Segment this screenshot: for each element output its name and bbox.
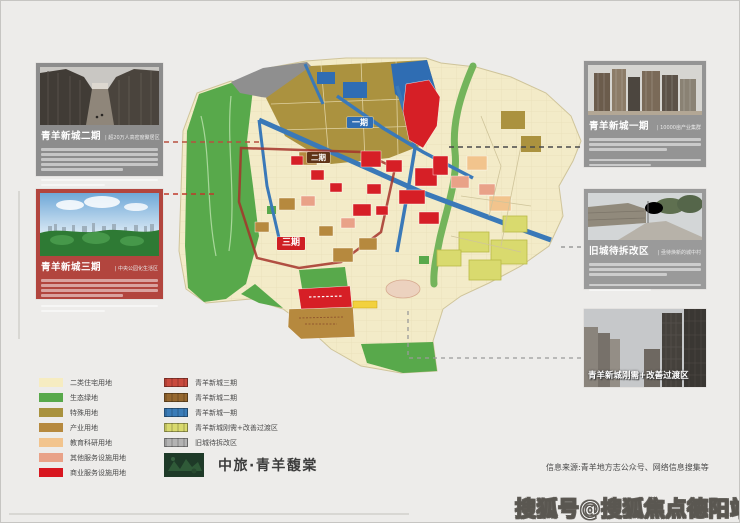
phase1-photo — [588, 65, 702, 115]
legend-swatch — [164, 438, 188, 447]
legend-swatch — [164, 408, 188, 417]
logo-text: 中旅·青羊馥棠 — [218, 455, 318, 475]
edge-micro-text-left — [18, 191, 20, 339]
card-phase1: 青羊新城一期 | 10000亩产业集群 — [584, 61, 706, 167]
card-title: 青羊新城一期 — [589, 118, 649, 132]
legend-item: 青羊新城刚需+改善过渡区 — [164, 420, 278, 435]
legend-swatch — [39, 453, 63, 462]
planning-map — [171, 56, 589, 376]
legend-label: 教育科研用地 — [70, 438, 112, 448]
legend-item: 特殊用地 — [39, 405, 126, 420]
legend-label: 其他服务设施用地 — [70, 453, 126, 463]
legend-item: 教育科研用地 — [39, 435, 126, 450]
legend-swatch — [39, 423, 63, 432]
legend-swatch — [39, 378, 63, 387]
phase3-photo — [40, 193, 159, 256]
card-subtitle: | 超20万人高密度聚居区 — [105, 134, 160, 141]
card-body-text — [584, 258, 706, 291]
card-title: 青羊新城二期 — [41, 128, 101, 142]
oldtown-photo — [588, 193, 702, 240]
infographic-page: 一期 二期 三期 青羊新城二期 | 超20万人高密度聚居区 — [0, 0, 740, 523]
legend-swatch — [164, 423, 188, 432]
card-title: 旧城待拆改区 — [589, 243, 649, 257]
legend-swatch — [39, 468, 63, 477]
map-label-phase3: 三期 — [277, 237, 305, 250]
logo-image — [164, 453, 204, 477]
legend-swatch — [39, 393, 63, 402]
legend-label: 生态绿地 — [70, 393, 98, 403]
legend-item: 产业用地 — [39, 420, 126, 435]
card-oldtown: 旧城待拆改区 | 亟待焕新的城中村 — [584, 189, 706, 289]
card-body-text — [584, 133, 706, 166]
legend-land-use: 二类住宅用地 生态绿地 特殊用地 产业用地 教育科研用地 其他服务设施用地 商业… — [39, 375, 126, 480]
card-transition: 青羊新城刚需+改善过渡区 — [584, 309, 706, 387]
legend-label: 商业服务设施用地 — [70, 468, 126, 478]
card-body-text — [36, 143, 163, 186]
watermark-text: 搜狐号@搜狐焦点德阳站 — [515, 493, 740, 523]
legend-label: 二类住宅用地 — [70, 378, 112, 388]
legend-label: 青羊新城二期 — [195, 393, 237, 403]
legend-label: 青羊新城三期 — [195, 378, 237, 388]
card-phase3: 青羊新城三期 | 中央公园化生活区 — [36, 189, 163, 299]
legend-item: 旧城待拆改区 — [164, 435, 278, 450]
legend-label: 青羊新城刚需+改善过渡区 — [195, 423, 278, 433]
legend-phases: 青羊新城三期 青羊新城二期 青羊新城一期 青羊新城刚需+改善过渡区 旧城待拆改区 — [164, 375, 278, 450]
brand-logo: 中旅·青羊馥棠 — [164, 453, 318, 477]
legend-swatch — [39, 408, 63, 417]
legend-swatch — [164, 393, 188, 402]
card-phase2: 青羊新城二期 | 超20万人高密度聚居区 — [36, 63, 163, 176]
legend-item: 生态绿地 — [39, 390, 126, 405]
transition-caption: 青羊新城刚需+改善过渡区 — [584, 369, 706, 381]
legend-swatch — [39, 438, 63, 447]
card-body-text — [36, 274, 163, 312]
legend-label: 特殊用地 — [70, 408, 98, 418]
card-title: 青羊新城三期 — [41, 259, 101, 273]
legend-swatch — [164, 378, 188, 387]
legend-item: 青羊新城三期 — [164, 375, 278, 390]
legend-label: 旧城待拆改区 — [195, 438, 237, 448]
legend-item: 商业服务设施用地 — [39, 465, 126, 480]
legend-label: 青羊新城一期 — [195, 408, 237, 418]
legend-label: 产业用地 — [70, 423, 98, 433]
card-subtitle: | 10000亩产业集群 — [657, 124, 701, 131]
info-source-text: 信息来源:青羊地方志公众号、网络信息搜集等 — [546, 462, 709, 473]
card-subtitle: | 中央公园化生活区 — [115, 265, 158, 272]
legend-item: 青羊新城二期 — [164, 390, 278, 405]
map-label-phase2: 二期 — [307, 152, 330, 163]
legend-item: 其他服务设施用地 — [39, 450, 126, 465]
card-subtitle: | 亟待焕新的城中村 — [658, 249, 701, 256]
legend-item: 青羊新城一期 — [164, 405, 278, 420]
phase2-photo — [40, 67, 159, 125]
legend-item: 二类住宅用地 — [39, 375, 126, 390]
edge-micro-text-bottom — [9, 513, 409, 515]
map-label-phase1: 一期 — [347, 117, 373, 128]
